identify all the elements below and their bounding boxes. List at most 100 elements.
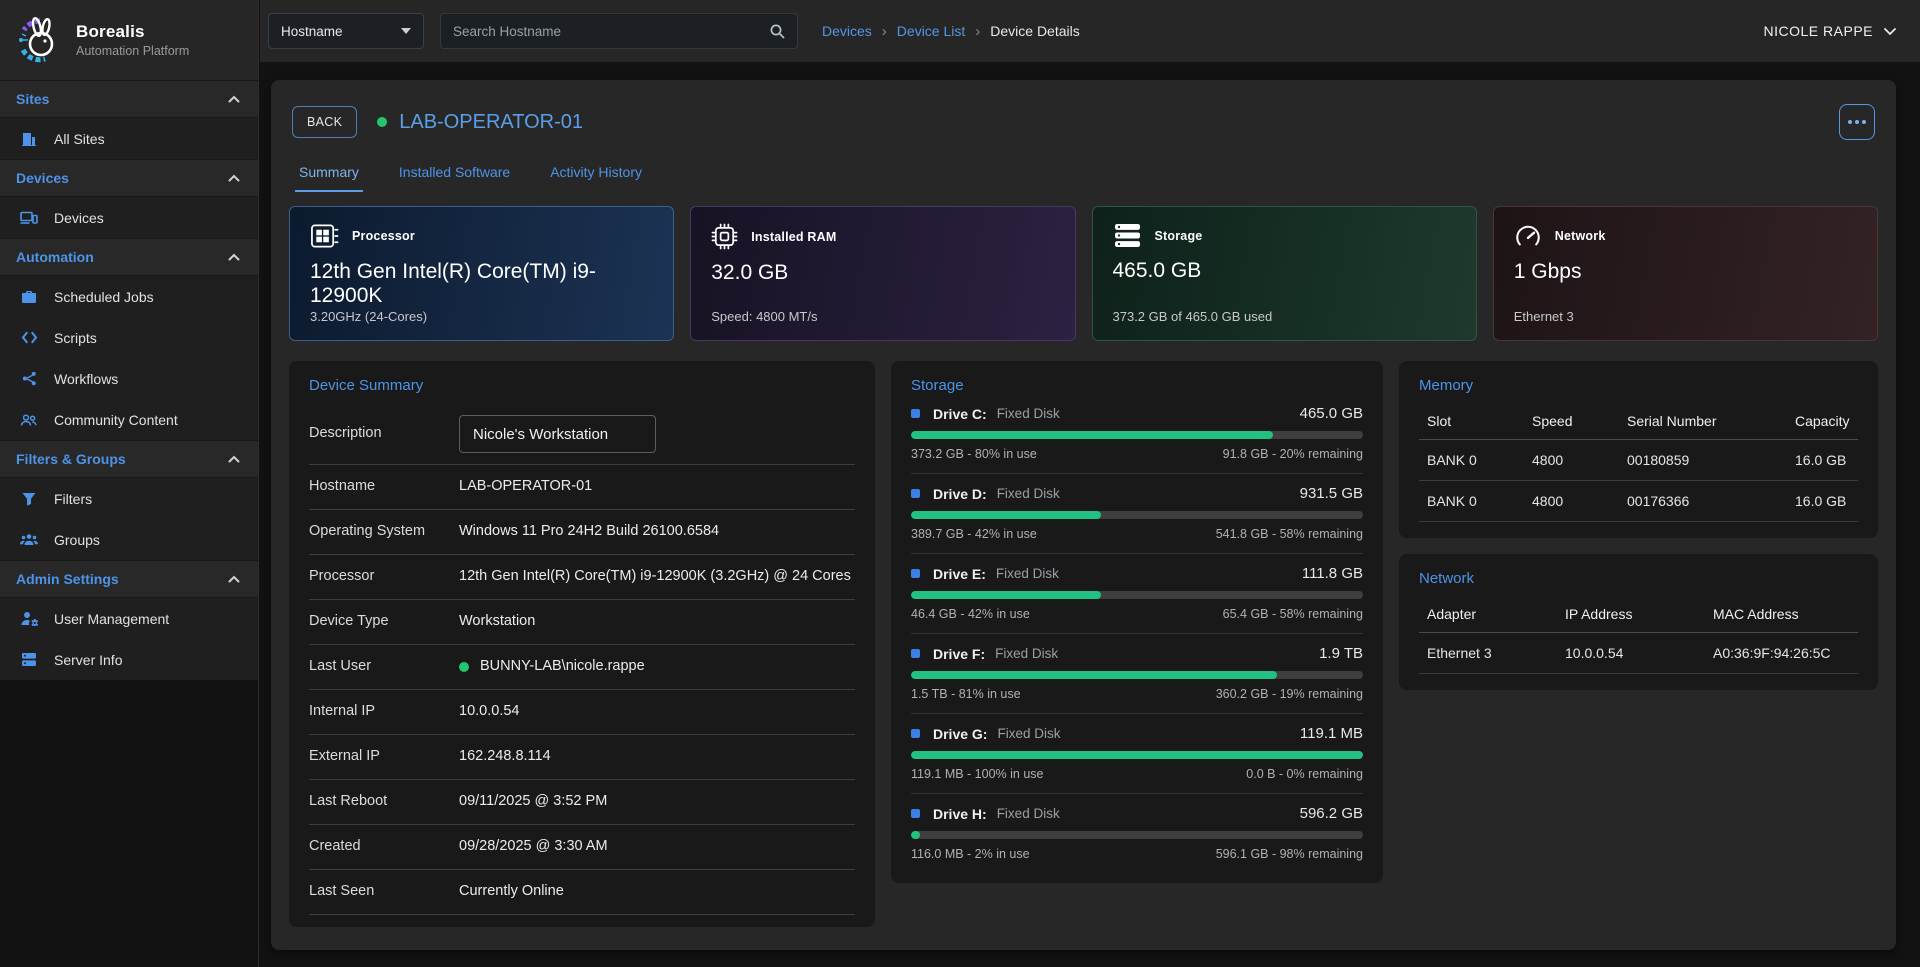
drive-row-d: Drive D: Fixed Disk 931.5 GB 389.7 GB - … bbox=[911, 474, 1363, 554]
drive-row-c: Drive C: Fixed Disk 465.0 GB 373.2 GB - … bbox=[911, 394, 1363, 474]
back-button[interactable]: BACK bbox=[292, 106, 357, 138]
sidebar-section-automation[interactable]: Automation bbox=[0, 238, 258, 276]
sidebar-section-admin-settings[interactable]: Admin Settings bbox=[0, 560, 258, 598]
breadcrumb-separator: › bbox=[975, 23, 980, 40]
ellipsis-icon bbox=[1848, 120, 1852, 124]
groups-icon bbox=[19, 533, 39, 546]
device-details-card: BACK LAB-OPERATOR-01 Summary Installed S… bbox=[271, 80, 1896, 950]
summary-row-last-user: Last User BUNNY-LAB\nicole.rappe bbox=[309, 645, 855, 690]
ram-value: 32.0 GB bbox=[711, 261, 1054, 285]
user-online-dot bbox=[459, 662, 469, 672]
drive-bullet-icon bbox=[911, 409, 920, 418]
drive-row-e: Drive E: Fixed Disk 111.8 GB 46.4 GB - 4… bbox=[911, 554, 1363, 634]
right-panels-column: Memory Slot Speed Serial Number Capacity… bbox=[1399, 361, 1878, 690]
sidebar-item-all-sites[interactable]: All Sites bbox=[0, 118, 258, 159]
summary-row-internal-ip: Internal IP 10.0.0.54 bbox=[309, 690, 855, 735]
drive-usage-bar bbox=[911, 431, 1363, 439]
sidebar-item-label: Server Info bbox=[54, 652, 122, 668]
description-input[interactable] bbox=[459, 415, 656, 453]
network-table-header: Adapter IP Address MAC Address bbox=[1419, 595, 1858, 633]
summary-row-hostname: Hostname LAB-OPERATOR-01 bbox=[309, 465, 855, 510]
detail-panels: Device Summary Description Hostname LAB-… bbox=[289, 361, 1878, 927]
brand-logo-area: Borealis Automation Platform bbox=[0, 0, 258, 80]
storage-value: 465.0 GB bbox=[1113, 259, 1456, 283]
network-stat-card: Network 1 Gbps Ethernet 3 bbox=[1493, 206, 1878, 341]
sidebar-item-workflows[interactable]: Workflows bbox=[0, 358, 258, 399]
sidebar-item-scheduled-jobs[interactable]: Scheduled Jobs bbox=[0, 276, 258, 317]
processor-value: 12th Gen Intel(R) Core(TM) i9-12900K bbox=[310, 260, 653, 308]
sidebar-section-sites[interactable]: Sites bbox=[0, 80, 258, 118]
speed-gauge-icon bbox=[1514, 223, 1542, 249]
memory-table: Slot Speed Serial Number Capacity BANK 0… bbox=[1419, 402, 1858, 522]
search-box bbox=[440, 13, 798, 49]
app-root: Borealis Automation Platform Sites All S… bbox=[0, 0, 1920, 967]
server-icon bbox=[19, 652, 39, 667]
tab-summary[interactable]: Summary bbox=[295, 164, 363, 192]
sidebar-item-label: Filters bbox=[54, 491, 92, 507]
tab-installed-software[interactable]: Installed Software bbox=[395, 164, 514, 192]
sidebar-item-community-content[interactable]: Community Content bbox=[0, 399, 258, 440]
user-gear-icon bbox=[19, 611, 39, 626]
workflow-share-icon bbox=[19, 371, 39, 386]
tab-activity-history[interactable]: Activity History bbox=[546, 164, 646, 192]
sidebar-item-scripts[interactable]: Scripts bbox=[0, 317, 258, 358]
section-label: Devices bbox=[16, 170, 69, 186]
summary-row-last-reboot: Last Reboot 09/11/2025 @ 3:52 PM bbox=[309, 780, 855, 825]
brand-name: Borealis bbox=[76, 22, 189, 42]
drive-bullet-icon bbox=[911, 809, 920, 818]
devices-icon bbox=[19, 210, 39, 226]
sidebar-item-label: Workflows bbox=[54, 371, 118, 387]
more-actions-button[interactable] bbox=[1839, 104, 1875, 140]
user-menu[interactable]: NICOLE RAPPE bbox=[1764, 23, 1896, 39]
filter-dropdown-value: Hostname bbox=[281, 24, 343, 39]
sidebar-item-server-info[interactable]: Server Info bbox=[0, 639, 258, 680]
breadcrumb-device-list[interactable]: Device List bbox=[897, 23, 965, 39]
section-label: Automation bbox=[16, 249, 94, 265]
sidebar-item-label: Scheduled Jobs bbox=[54, 289, 154, 305]
network-panel: Network Adapter IP Address MAC Address E… bbox=[1399, 554, 1878, 690]
sidebar-section-filters-groups[interactable]: Filters & Groups bbox=[0, 440, 258, 478]
drive-usage-bar bbox=[911, 591, 1363, 599]
sidebar-item-filters[interactable]: Filters bbox=[0, 478, 258, 519]
drive-row-h: Drive H: Fixed Disk 596.2 GB 116.0 MB - … bbox=[911, 794, 1363, 867]
breadcrumb-devices[interactable]: Devices bbox=[822, 23, 872, 39]
building-icon bbox=[19, 131, 39, 147]
processor-stat-card: Processor 12th Gen Intel(R) Core(TM) i9-… bbox=[289, 206, 674, 341]
drive-free-text: 0.0 B - 0% remaining bbox=[1246, 767, 1363, 781]
device-header: BACK LAB-OPERATOR-01 bbox=[289, 104, 1878, 140]
chevron-up-icon bbox=[228, 95, 240, 103]
search-icon[interactable] bbox=[769, 23, 785, 39]
memory-chip-icon bbox=[711, 223, 738, 250]
table-row: BANK 0 4800 00176366 16.0 GB bbox=[1419, 481, 1858, 522]
sidebar-item-label: Groups bbox=[54, 532, 100, 548]
drive-row-f: Drive F: Fixed Disk 1.9 TB 1.5 TB - 81% … bbox=[911, 634, 1363, 714]
disk-stack-icon bbox=[1113, 223, 1142, 248]
brand-subtitle: Automation Platform bbox=[76, 44, 189, 58]
stat-card-title: Storage bbox=[1155, 229, 1203, 243]
search-filter-dropdown[interactable]: Hostname bbox=[268, 13, 424, 49]
search-input[interactable] bbox=[453, 24, 769, 39]
storage-panel: Storage Drive C: Fixed Disk 465.0 GB 373… bbox=[891, 361, 1383, 883]
drive-bullet-icon bbox=[911, 649, 920, 658]
drive-free-text: 65.4 GB - 58% remaining bbox=[1223, 607, 1363, 621]
stat-card-title: Installed RAM bbox=[751, 230, 836, 244]
network-table: Adapter IP Address MAC Address Ethernet … bbox=[1419, 595, 1858, 674]
sidebar-item-devices[interactable]: Devices bbox=[0, 197, 258, 238]
drive-free-text: 91.8 GB - 20% remaining bbox=[1223, 447, 1363, 461]
main-area: BACK LAB-OPERATOR-01 Summary Installed S… bbox=[260, 62, 1920, 967]
drive-free-text: 596.1 GB - 98% remaining bbox=[1216, 847, 1363, 861]
sidebar-item-label: Community Content bbox=[54, 412, 178, 428]
sidebar-section-devices[interactable]: Devices bbox=[0, 159, 258, 197]
sidebar-item-groups[interactable]: Groups bbox=[0, 519, 258, 560]
sidebar-item-label: User Management bbox=[54, 611, 169, 627]
drive-free-text: 541.8 GB - 58% remaining bbox=[1216, 527, 1363, 541]
table-row: Ethernet 3 10.0.0.54 A0:36:9F:94:26:5C bbox=[1419, 633, 1858, 674]
panel-title: Network bbox=[1419, 570, 1858, 587]
filter-icon bbox=[19, 492, 39, 506]
summary-row-device-type: Device Type Workstation bbox=[309, 600, 855, 645]
ram-detail: Speed: 4800 MT/s bbox=[711, 309, 1054, 324]
summary-row-last-seen: Last Seen Currently Online bbox=[309, 870, 855, 915]
drive-used-text: 1.5 TB - 81% in use bbox=[911, 687, 1021, 701]
sidebar-item-user-management[interactable]: User Management bbox=[0, 598, 258, 639]
summary-row-processor: Processor 12th Gen Intel(R) Core(TM) i9-… bbox=[309, 555, 855, 600]
